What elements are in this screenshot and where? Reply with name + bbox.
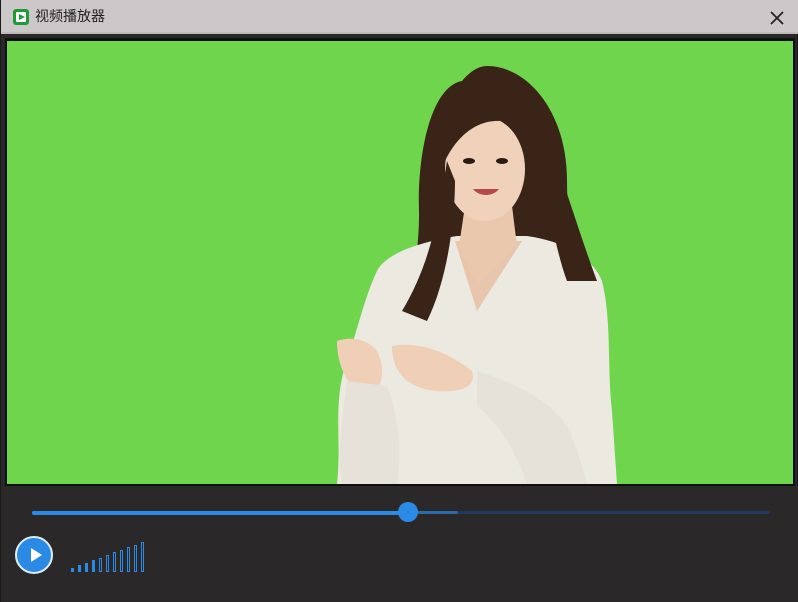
- title-bar: 视频播放器: [1, 0, 798, 34]
- volume-bar[interactable]: [141, 542, 144, 572]
- video-play-icon: [13, 9, 29, 25]
- volume-bar[interactable]: [127, 547, 130, 572]
- volume-bar[interactable]: [99, 557, 102, 572]
- volume-bar[interactable]: [71, 568, 74, 572]
- volume-bar[interactable]: [134, 544, 137, 572]
- progress-slider-handle[interactable]: [397, 502, 418, 522]
- presenter-figure: [337, 66, 617, 484]
- volume-bar[interactable]: [113, 552, 116, 572]
- volume-control[interactable]: [71, 540, 151, 572]
- video-player-window: 视频播放器: [0, 0, 798, 602]
- volume-bar[interactable]: [85, 562, 88, 572]
- play-icon: [31, 548, 42, 562]
- volume-bar[interactable]: [78, 565, 81, 572]
- volume-bar[interactable]: [92, 560, 95, 572]
- progress-played: [32, 511, 408, 515]
- volume-bar[interactable]: [106, 555, 109, 572]
- play-button[interactable]: [15, 536, 53, 574]
- volume-bar[interactable]: [120, 549, 123, 572]
- video-display[interactable]: [7, 41, 793, 484]
- close-icon: [770, 11, 784, 25]
- close-button[interactable]: [765, 6, 789, 30]
- window-title: 视频播放器: [35, 9, 105, 25]
